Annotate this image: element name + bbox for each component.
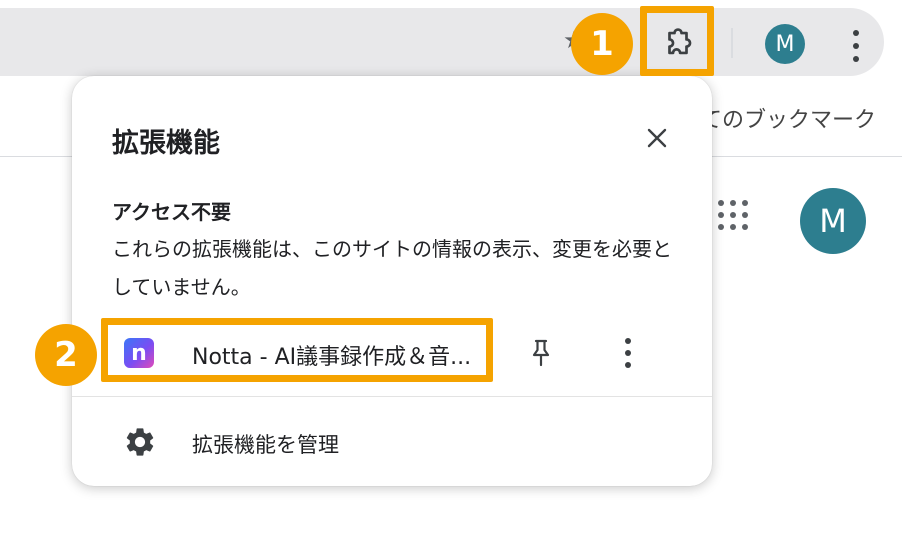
- popup-title: 拡張機能: [112, 128, 220, 159]
- pin-icon: [532, 339, 550, 367]
- profile-avatar[interactable]: M: [765, 24, 805, 64]
- section-heading: アクセス不要: [112, 200, 231, 224]
- gear-icon: [126, 428, 154, 456]
- menu-icon[interactable]: [846, 26, 866, 66]
- callout-1-badge: 1: [571, 13, 633, 75]
- callout-1-highlight: [640, 6, 714, 76]
- all-bookmarks-link[interactable]: てのブックマーク: [700, 102, 876, 134]
- manage-extensions-label[interactable]: 拡張機能を管理: [192, 429, 339, 459]
- callout-2-highlight: [101, 318, 493, 382]
- popup-divider: [72, 396, 712, 397]
- pin-button[interactable]: [525, 334, 557, 372]
- callout-2-badge: 2: [35, 324, 97, 386]
- apps-icon[interactable]: [718, 200, 754, 236]
- close-icon: [647, 128, 667, 148]
- more-icon[interactable]: [616, 334, 640, 372]
- close-button[interactable]: [640, 121, 674, 155]
- toolbar-divider: [731, 28, 733, 58]
- account-avatar[interactable]: M: [800, 188, 866, 254]
- section-description: これらの拡張機能は、このサイトの情報の表示、変更を必要としていません。: [112, 237, 672, 299]
- address-bar[interactable]: [0, 8, 884, 76]
